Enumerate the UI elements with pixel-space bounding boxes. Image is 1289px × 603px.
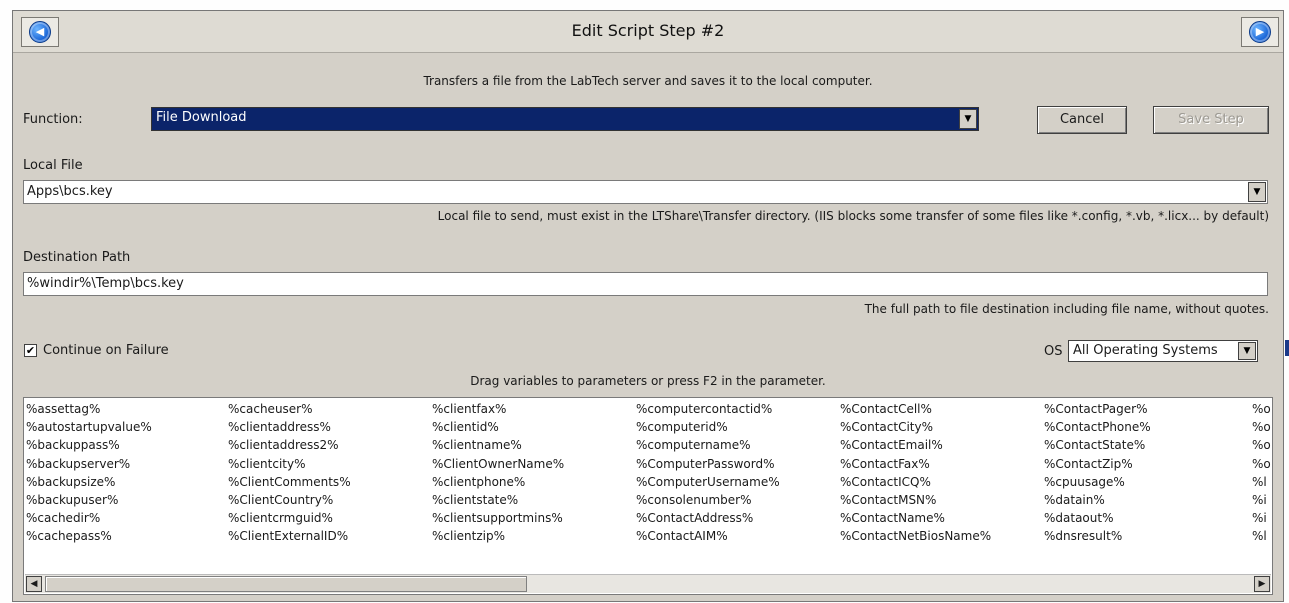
variable-item[interactable]: %datain% xyxy=(1044,491,1151,509)
variable-item[interactable]: %clientname% xyxy=(432,436,564,454)
variable-item[interactable]: %dnsresult% xyxy=(1044,527,1151,545)
variable-item[interactable]: %ComputerPassword% xyxy=(636,455,780,473)
variable-item[interactable]: %cpuusage% xyxy=(1044,473,1151,491)
variable-item[interactable]: %ContactAIM% xyxy=(636,527,780,545)
variable-item[interactable]: %ClientCountry% xyxy=(228,491,351,509)
dialog-title: Edit Script Step #2 xyxy=(571,21,725,40)
variables-column: %ContactPager% %ContactPhone% %ContactStat… xyxy=(1044,400,1151,546)
destination-path-value: %windir%\Temp\bcs.key xyxy=(27,276,184,291)
save-step-button[interactable]: Save Step xyxy=(1153,106,1269,134)
variable-item[interactable]: %dataout% xyxy=(1044,509,1151,527)
variable-item[interactable]: %l xyxy=(1252,473,1271,491)
variables-hint: Drag variables to parameters or press F2… xyxy=(470,374,826,388)
variable-item[interactable]: %clientsupportmins% xyxy=(432,509,564,527)
local-file-value: Apps\bcs.key xyxy=(27,184,113,199)
variable-item[interactable]: %ContactNetBiosName% xyxy=(840,527,991,545)
variable-item[interactable]: %ContactFax% xyxy=(840,455,991,473)
variable-item[interactable]: %ContactName% xyxy=(840,509,991,527)
chevron-down-icon[interactable]: ▼ xyxy=(1238,342,1256,360)
chevron-down-icon[interactable]: ▼ xyxy=(1248,182,1266,202)
variable-item[interactable]: %ContactZip% xyxy=(1044,455,1151,473)
variable-item[interactable]: %computername% xyxy=(636,436,780,454)
function-description: Transfers a file from the LabTech server… xyxy=(423,74,873,88)
chevron-down-icon[interactable]: ▼ xyxy=(959,109,977,129)
variable-item[interactable]: %ContactCell% xyxy=(840,400,991,418)
destination-path-field[interactable]: %windir%\Temp\bcs.key xyxy=(23,272,1268,296)
horizontal-scrollbar[interactable]: ◀ ▶ xyxy=(25,574,1271,593)
variable-item[interactable]: %ClientExternalID% xyxy=(228,527,351,545)
destination-path-label: Destination Path xyxy=(23,250,131,265)
variable-item[interactable]: %computercontactid% xyxy=(636,400,780,418)
next-step-button[interactable]: ▶ xyxy=(1241,17,1279,47)
variables-column: %cacheuser% %clientaddress% %clientaddress… xyxy=(228,400,351,546)
local-file-label: Local File xyxy=(23,158,83,173)
variable-item[interactable]: %ComputerUsername% xyxy=(636,473,780,491)
variable-item[interactable]: %clientstate% xyxy=(432,491,564,509)
variable-item[interactable]: %autostartupvalue% xyxy=(26,418,152,436)
variable-item[interactable]: %ContactPager% xyxy=(1044,400,1151,418)
variable-item[interactable]: %ClientComments% xyxy=(228,473,351,491)
variable-item[interactable]: %ContactAddress% xyxy=(636,509,780,527)
variable-item[interactable]: %clientphone% xyxy=(432,473,564,491)
os-value: All Operating Systems xyxy=(1073,343,1218,358)
os-dropdown[interactable]: All Operating Systems ▼ xyxy=(1068,340,1258,362)
variable-item[interactable]: %ContactCity% xyxy=(840,418,991,436)
variables-column: %assettag% %autostartupvalue% %backuppass%… xyxy=(26,400,152,546)
scrollbar-thumb[interactable] xyxy=(45,576,527,592)
variable-item[interactable]: %cachepass% xyxy=(26,527,152,545)
scroll-left-icon[interactable]: ◀ xyxy=(26,576,42,592)
local-file-field[interactable]: Apps\bcs.key ▼ xyxy=(23,180,1268,204)
variable-item[interactable]: %backupserver% xyxy=(26,455,152,473)
variable-item[interactable]: %consolenumber% xyxy=(636,491,780,509)
local-file-hint: Local file to send, must exist in the LT… xyxy=(437,209,1269,223)
variables-column: %ContactCell% %ContactCity% %ContactEmail%… xyxy=(840,400,991,546)
edit-script-step-dialog: ◀ Edit Script Step #2 ▶ Transfers a file… xyxy=(12,10,1284,602)
variable-item[interactable]: %clientcrmguid% xyxy=(228,509,351,527)
function-value: File Download xyxy=(156,110,247,125)
variables-list: %assettag% %autostartupvalue% %backuppass%… xyxy=(23,397,1273,595)
variable-item[interactable]: %clientcity% xyxy=(228,455,351,473)
variable-item[interactable]: %clientaddress% xyxy=(228,418,351,436)
function-label: Function: xyxy=(23,112,83,127)
continue-on-failure-checkbox[interactable]: ✔ xyxy=(24,344,37,357)
variable-item[interactable]: %ClientOwnerName% xyxy=(432,455,564,473)
variable-item[interactable]: %i xyxy=(1252,509,1271,527)
variable-item[interactable]: %backupsize% xyxy=(26,473,152,491)
variable-item[interactable]: %o xyxy=(1252,418,1271,436)
variable-item[interactable]: %ContactMSN% xyxy=(840,491,991,509)
window-edge xyxy=(1285,340,1289,356)
variable-item[interactable]: %clientfax% xyxy=(432,400,564,418)
scroll-right-icon[interactable]: ▶ xyxy=(1254,576,1270,592)
variables-column: %computercontactid% %computerid% %computer… xyxy=(636,400,780,546)
variable-item[interactable]: %computerid% xyxy=(636,418,780,436)
variable-item[interactable]: %clientaddress2% xyxy=(228,436,351,454)
variable-item[interactable]: %o xyxy=(1252,455,1271,473)
continue-on-failure-label: Continue on Failure xyxy=(43,343,169,358)
variable-item[interactable]: %ContactICQ% xyxy=(840,473,991,491)
variables-column: %clientfax% %clientid% %clientname% %Client… xyxy=(432,400,564,546)
title-bar: ◀ Edit Script Step #2 ▶ xyxy=(13,11,1283,53)
variable-item[interactable]: %backupuser% xyxy=(26,491,152,509)
variable-item[interactable]: %i xyxy=(1252,491,1271,509)
variable-item[interactable]: %cachedir% xyxy=(26,509,152,527)
function-dropdown[interactable]: File Download ▼ xyxy=(151,107,979,131)
variable-item[interactable]: %backuppass% xyxy=(26,436,152,454)
forward-arrow-icon: ▶ xyxy=(1249,21,1271,43)
cancel-button[interactable]: Cancel xyxy=(1037,106,1127,134)
variable-item[interactable]: %o xyxy=(1252,436,1271,454)
variable-item[interactable]: %ContactEmail% xyxy=(840,436,991,454)
variable-item[interactable]: %ContactState% xyxy=(1044,436,1151,454)
variable-item[interactable]: %clientid% xyxy=(432,418,564,436)
os-label: OS xyxy=(1044,344,1063,359)
variable-item[interactable]: %cacheuser% xyxy=(228,400,351,418)
variable-item[interactable]: %clientzip% xyxy=(432,527,564,545)
destination-path-hint: The full path to file destination includ… xyxy=(864,302,1269,316)
variable-item[interactable]: %o xyxy=(1252,400,1271,418)
variable-item[interactable]: %assettag% xyxy=(26,400,152,418)
variable-item[interactable]: %ContactPhone% xyxy=(1044,418,1151,436)
variable-item[interactable]: %l xyxy=(1252,527,1271,545)
variables-column: %o %o %o %o %l %i %i %l xyxy=(1252,400,1271,546)
